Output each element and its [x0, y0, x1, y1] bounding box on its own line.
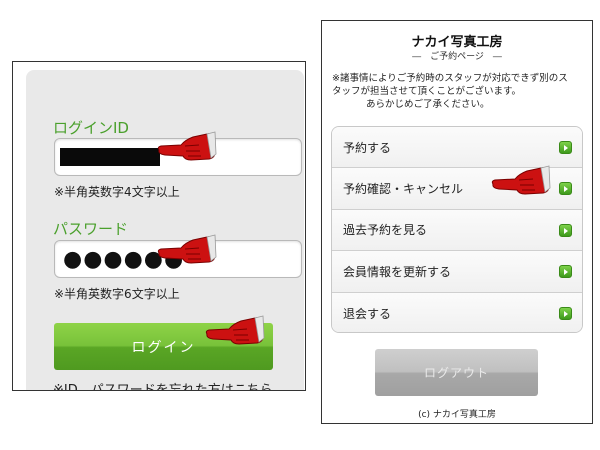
menu-item-reserve[interactable]: 予約する	[332, 127, 582, 169]
login-id-label: ログインID	[53, 119, 129, 137]
green-arrow-icon	[559, 223, 572, 237]
menu-item-past-reservations[interactable]: 過去予約を見る	[332, 209, 582, 252]
pointing-hand-icon	[491, 165, 551, 195]
redacted-id-value	[60, 148, 160, 166]
menu-item-label: 退会する	[343, 306, 392, 321]
password-hint: ※半角英数字6文字以上	[54, 287, 180, 301]
pointing-hand-icon	[157, 131, 217, 161]
pointing-hand-icon	[205, 315, 265, 345]
menu-item-label: 過去予約を見る	[343, 223, 428, 238]
green-arrow-icon	[559, 141, 572, 154]
reservation-screen: ナカイ写真工房 ― ご予約ページ ― ※諸事情によりご予約時のスタッフが対応でき…	[321, 20, 593, 424]
reservation-menu: 予約する 予約確認・キャンセル 過去予約を見る 会員情報を更新する 退会する	[331, 126, 583, 333]
green-arrow-icon	[559, 306, 572, 320]
menu-item-withdraw[interactable]: 退会する	[332, 292, 582, 332]
password-label: パスワード	[53, 220, 129, 238]
pointing-hand-icon	[157, 234, 217, 264]
menu-item-label: 予約する	[343, 140, 392, 155]
login-id-hint: ※半角英数字4文字以上	[54, 185, 180, 199]
menu-item-update-member-info[interactable]: 会員情報を更新する	[332, 251, 582, 293]
logout-button[interactable]: ログアウト	[375, 349, 538, 396]
menu-item-label: 予約確認・キャンセル	[343, 182, 464, 197]
site-title: ナカイ写真工房	[411, 35, 503, 50]
green-arrow-icon	[559, 182, 572, 196]
page-subtitle: ― ご予約ページ ―	[412, 52, 502, 62]
notice-line: ※諸事情によりご予約時のスタッフが対応できず別のス	[332, 73, 568, 84]
notice-line: あらかじめご了承ください。	[366, 99, 490, 110]
menu-item-label: 会員情報を更新する	[343, 264, 452, 279]
notice-line: タッフが担当させて頂くことがございます。	[332, 86, 522, 97]
footer-copyright: (c) ナカイ写真工房	[418, 410, 496, 420]
green-arrow-icon	[559, 265, 572, 279]
staff-notice: ※諸事情によりご予約時のスタッフが対応できず別のス タッフが担当させて頂くことが…	[332, 72, 586, 111]
forgot-credentials-link[interactable]: ※ID、パスワードを忘れた方はこちら	[53, 379, 273, 390]
